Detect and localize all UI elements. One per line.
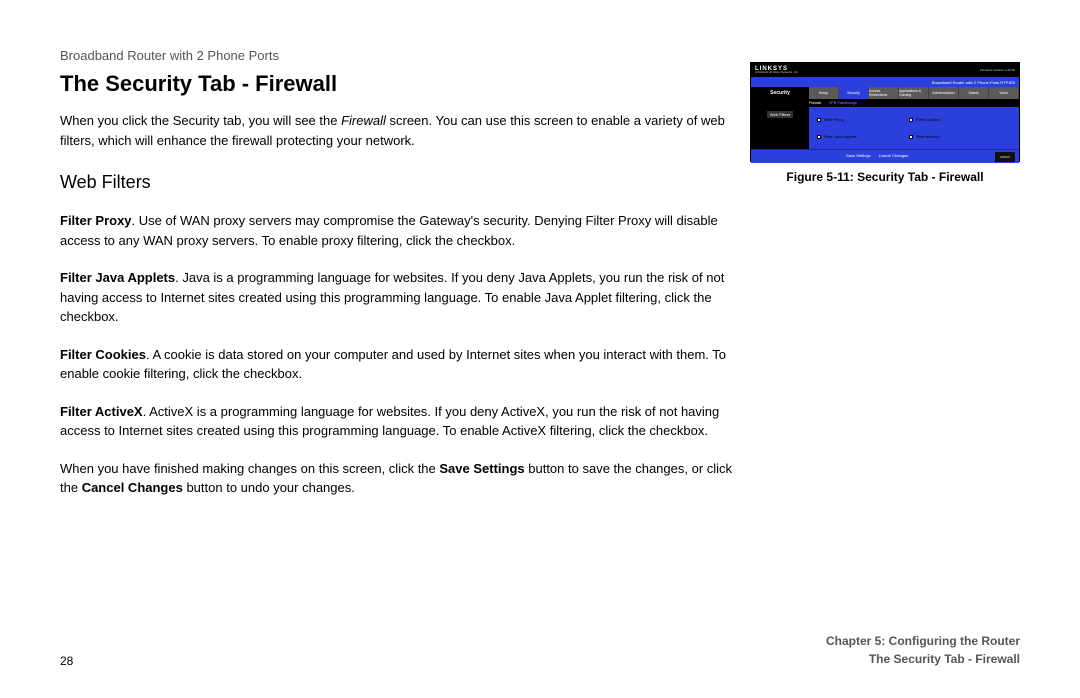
- filter-activex-para: Filter ActiveX. ActiveX is a programming…: [60, 402, 740, 441]
- filter-proxy-head: Filter Proxy: [60, 213, 132, 228]
- cisco-logo: CISCO: [995, 152, 1015, 162]
- filter-activex-body: . ActiveX is a programming language for …: [60, 404, 719, 439]
- router-tab-status[interactable]: Status: [959, 87, 989, 99]
- cancel-changes-label: Cancel Changes: [82, 480, 183, 495]
- router-tab-setup[interactable]: Setup: [809, 87, 839, 99]
- checkbox-icon[interactable]: [909, 118, 913, 122]
- save-settings-button[interactable]: Save Settings: [846, 153, 871, 158]
- check-label: Filter Java Applets: [824, 134, 857, 139]
- page-number: 28: [60, 654, 73, 668]
- intro-em: Firewall: [341, 113, 386, 128]
- intro-pre: When you click the Security tab, you wil…: [60, 113, 341, 128]
- save-post: button to undo your changes.: [183, 480, 355, 495]
- checkbox-icon[interactable]: [817, 118, 821, 122]
- router-bottom: Save Settings Cancel Changes CISCO: [751, 149, 1019, 163]
- page-footer: 28 Chapter 5: Configuring the Router The…: [60, 632, 1020, 668]
- router-tab-admin[interactable]: Administration: [929, 87, 959, 99]
- router-tab-security[interactable]: Security: [839, 87, 869, 99]
- figure-block: LINKSYS A Division of Cisco Systems, Inc…: [750, 62, 1020, 184]
- check-label: Filter Cookies: [916, 117, 940, 122]
- check-filter-proxy[interactable]: Filter Proxy: [817, 111, 909, 128]
- router-tab-voice[interactable]: Voice: [989, 87, 1019, 99]
- router-subtabs: Firewall VPN Passthrough: [751, 99, 1019, 107]
- router-tab-access[interactable]: Access Restrictions: [869, 87, 899, 99]
- save-changes-para: When you have finished making changes on…: [60, 459, 740, 498]
- check-label: Filter Proxy: [824, 117, 844, 122]
- filter-proxy-para: Filter Proxy. Use of WAN proxy servers m…: [60, 211, 740, 250]
- check-filter-cookies[interactable]: Filter Cookies: [909, 111, 1001, 128]
- product-header: Broadband Router with 2 Phone Ports: [60, 48, 1020, 63]
- router-model-bar: Broadband Router with 2 Phone Ports RTP3…: [751, 77, 1019, 87]
- figure-caption: Figure 5-11: Security Tab - Firewall: [750, 170, 1020, 184]
- router-screenshot: LINKSYS A Division of Cisco Systems, Inc…: [750, 62, 1020, 162]
- router-buttons: Save Settings Cancel Changes: [846, 153, 908, 158]
- intro-paragraph: When you click the Security tab, you wil…: [60, 111, 740, 150]
- checkbox-icon[interactable]: [817, 135, 821, 139]
- filter-cookies-head: Filter Cookies: [60, 347, 146, 362]
- check-filter-java[interactable]: Filter Java Applets: [817, 128, 909, 145]
- router-body: Web Filters Filter Proxy Filter Cookies …: [751, 107, 1019, 149]
- router-subtab-firewall[interactable]: Firewall: [809, 101, 821, 105]
- router-section-label: Security: [751, 87, 809, 99]
- filter-java-para: Filter Java Applets. Java is a programmi…: [60, 268, 740, 327]
- router-brand-bar: LINKSYS A Division of Cisco Systems, Inc…: [751, 63, 1019, 77]
- filter-cookies-para: Filter Cookies. A cookie is data stored …: [60, 345, 740, 384]
- router-side-label: Web Filters: [767, 111, 793, 118]
- save-settings-label: Save Settings: [439, 461, 524, 476]
- router-firmware: Firmware Version: 1.00.55: [980, 68, 1015, 72]
- filter-cookies-body: . A cookie is data stored on your comput…: [60, 347, 726, 382]
- filter-java-head: Filter Java Applets: [60, 270, 175, 285]
- checkbox-icon[interactable]: [909, 135, 913, 139]
- router-tab-apps[interactable]: Applications & Gaming: [899, 87, 929, 99]
- filter-proxy-body: . Use of WAN proxy servers may compromis…: [60, 213, 718, 248]
- router-brand-sub: A Division of Cisco Systems, Inc.: [755, 70, 799, 74]
- router-checks: Filter Proxy Filter Cookies Filter Java …: [809, 107, 1019, 149]
- footer-chapter: Chapter 5: Configuring the Router: [826, 632, 1020, 650]
- router-model-text: Broadband Router with 2 Phone Ports RTP3…: [932, 80, 1015, 85]
- save-pre: When you have finished making changes on…: [60, 461, 439, 476]
- router-subtab-vpn[interactable]: VPN Passthrough: [829, 101, 857, 105]
- footer-section: The Security Tab - Firewall: [826, 650, 1020, 668]
- check-label: Filter ActiveX: [916, 134, 939, 139]
- cancel-changes-button[interactable]: Cancel Changes: [879, 153, 909, 158]
- filter-activex-head: Filter ActiveX: [60, 404, 143, 419]
- router-side: Web Filters: [751, 107, 809, 149]
- router-tabs: Security Setup Security Access Restricti…: [751, 87, 1019, 99]
- check-filter-activex[interactable]: Filter ActiveX: [909, 128, 1001, 145]
